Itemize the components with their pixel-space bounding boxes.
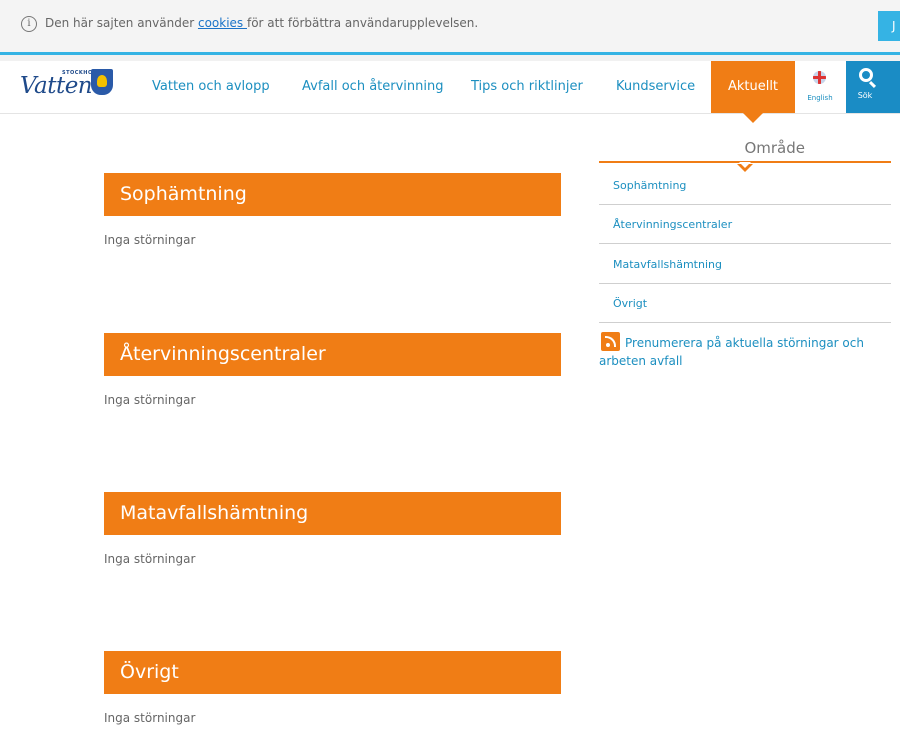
sidebar-item-sophamtning[interactable]: Sophämtning — [599, 166, 891, 205]
rss-text: Prenumerera på aktuella störningar och a… — [599, 336, 864, 368]
section-heading-sophamtning: Sophämtning — [104, 173, 561, 216]
section-heading-ovrigt: Övrigt — [104, 651, 561, 694]
nav-vatten-och-avlopp[interactable]: Vatten och avlopp — [152, 61, 270, 113]
rss-icon — [601, 332, 620, 351]
nav-tips-och-riktlinjer[interactable]: Tips och riktlinjer — [471, 61, 583, 113]
logo-word: Vatten — [20, 73, 93, 99]
sidebar-title: Område — [599, 138, 891, 163]
language-label: English — [807, 94, 833, 102]
sidebar-item-matavfallshamtning[interactable]: Matavfallshämtning — [599, 245, 891, 284]
section-status: Inga störningar — [104, 552, 196, 566]
sidebar-item-ovrigt[interactable]: Övrigt — [599, 284, 891, 323]
nav-avfall-och-atervinning[interactable]: Avfall och återvinning — [302, 61, 444, 113]
language-switch[interactable]: English — [800, 67, 840, 111]
section-status: Inga störningar — [104, 711, 196, 725]
section-heading-matavfallshamtning: Matavfallshämtning — [104, 492, 561, 535]
cookie-accept-button[interactable]: J — [878, 11, 900, 41]
sidebar-item-atervinningscentraler[interactable]: Återvinningscentraler — [599, 205, 891, 244]
info-icon: i — [21, 16, 37, 32]
search-button[interactable]: Sök — [846, 61, 900, 113]
nav-aktuellt[interactable]: Aktuellt — [711, 61, 795, 123]
cookie-text-after: för att förbättra användarupplevelsen. — [246, 16, 479, 30]
section-status: Inga störningar — [104, 393, 196, 407]
search-icon — [859, 68, 873, 82]
section-status: Inga störningar — [104, 233, 196, 247]
cookies-link[interactable]: cookies — [198, 16, 247, 30]
cookie-message: Den här sajten använder cookies för att … — [45, 16, 478, 30]
nav-kundservice[interactable]: Kundservice — [616, 61, 695, 113]
cookie-bar: i Den här sajten använder cookies för at… — [0, 0, 900, 55]
search-label: Sök — [857, 91, 873, 100]
site-header: STOCKHOLM Vatten Vatten och avlopp Avfal… — [0, 55, 900, 123]
uk-flag-icon — [813, 71, 826, 84]
cookie-text-before: Den här sajten använder — [45, 16, 198, 30]
logo[interactable]: STOCKHOLM Vatten — [20, 69, 115, 107]
rss-subscribe-link[interactable]: Prenumerera på aktuella störningar och a… — [599, 332, 869, 370]
section-heading-atervinningscentraler: Återvinningscentraler — [104, 333, 561, 376]
crest-icon — [91, 69, 113, 95]
